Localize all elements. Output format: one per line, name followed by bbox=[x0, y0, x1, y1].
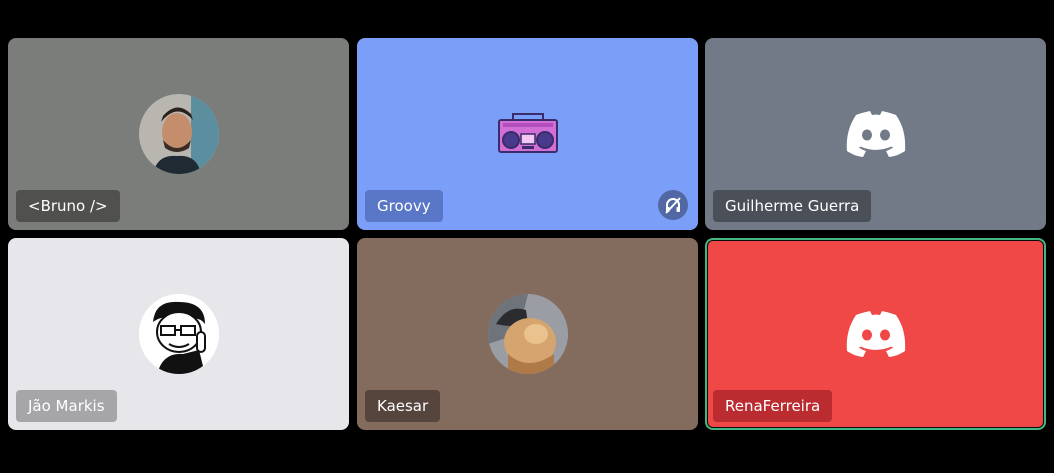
discord-logo-icon bbox=[835, 94, 916, 174]
avatar bbox=[487, 294, 568, 374]
participant-tile-guilherme-guerra[interactable]: Guilherme Guerra bbox=[705, 38, 1046, 230]
boombox-icon bbox=[487, 94, 568, 174]
participant-name: <Bruno /> bbox=[16, 190, 120, 222]
participant-name: Kaesar bbox=[365, 390, 441, 422]
discord-logo-icon bbox=[835, 294, 916, 374]
avatar bbox=[138, 294, 219, 374]
participant-name: Jão Markis bbox=[16, 390, 117, 422]
deafened-icon bbox=[658, 190, 688, 220]
participant-tile-jao-markis[interactable]: Jão Markis bbox=[8, 238, 349, 430]
participant-tile-renaferreira[interactable]: RenaFerreira bbox=[705, 238, 1046, 430]
participant-name: Groovy bbox=[365, 190, 443, 222]
participant-name: Guilherme Guerra bbox=[713, 190, 872, 222]
avatar bbox=[138, 94, 219, 174]
participant-tile-groovy[interactable]: Groovy bbox=[357, 38, 698, 230]
participant-name: RenaFerreira bbox=[713, 390, 833, 422]
participant-tile-kaesar[interactable]: Kaesar bbox=[357, 238, 698, 430]
participant-tile-bruno[interactable]: <Bruno /> bbox=[8, 38, 349, 230]
